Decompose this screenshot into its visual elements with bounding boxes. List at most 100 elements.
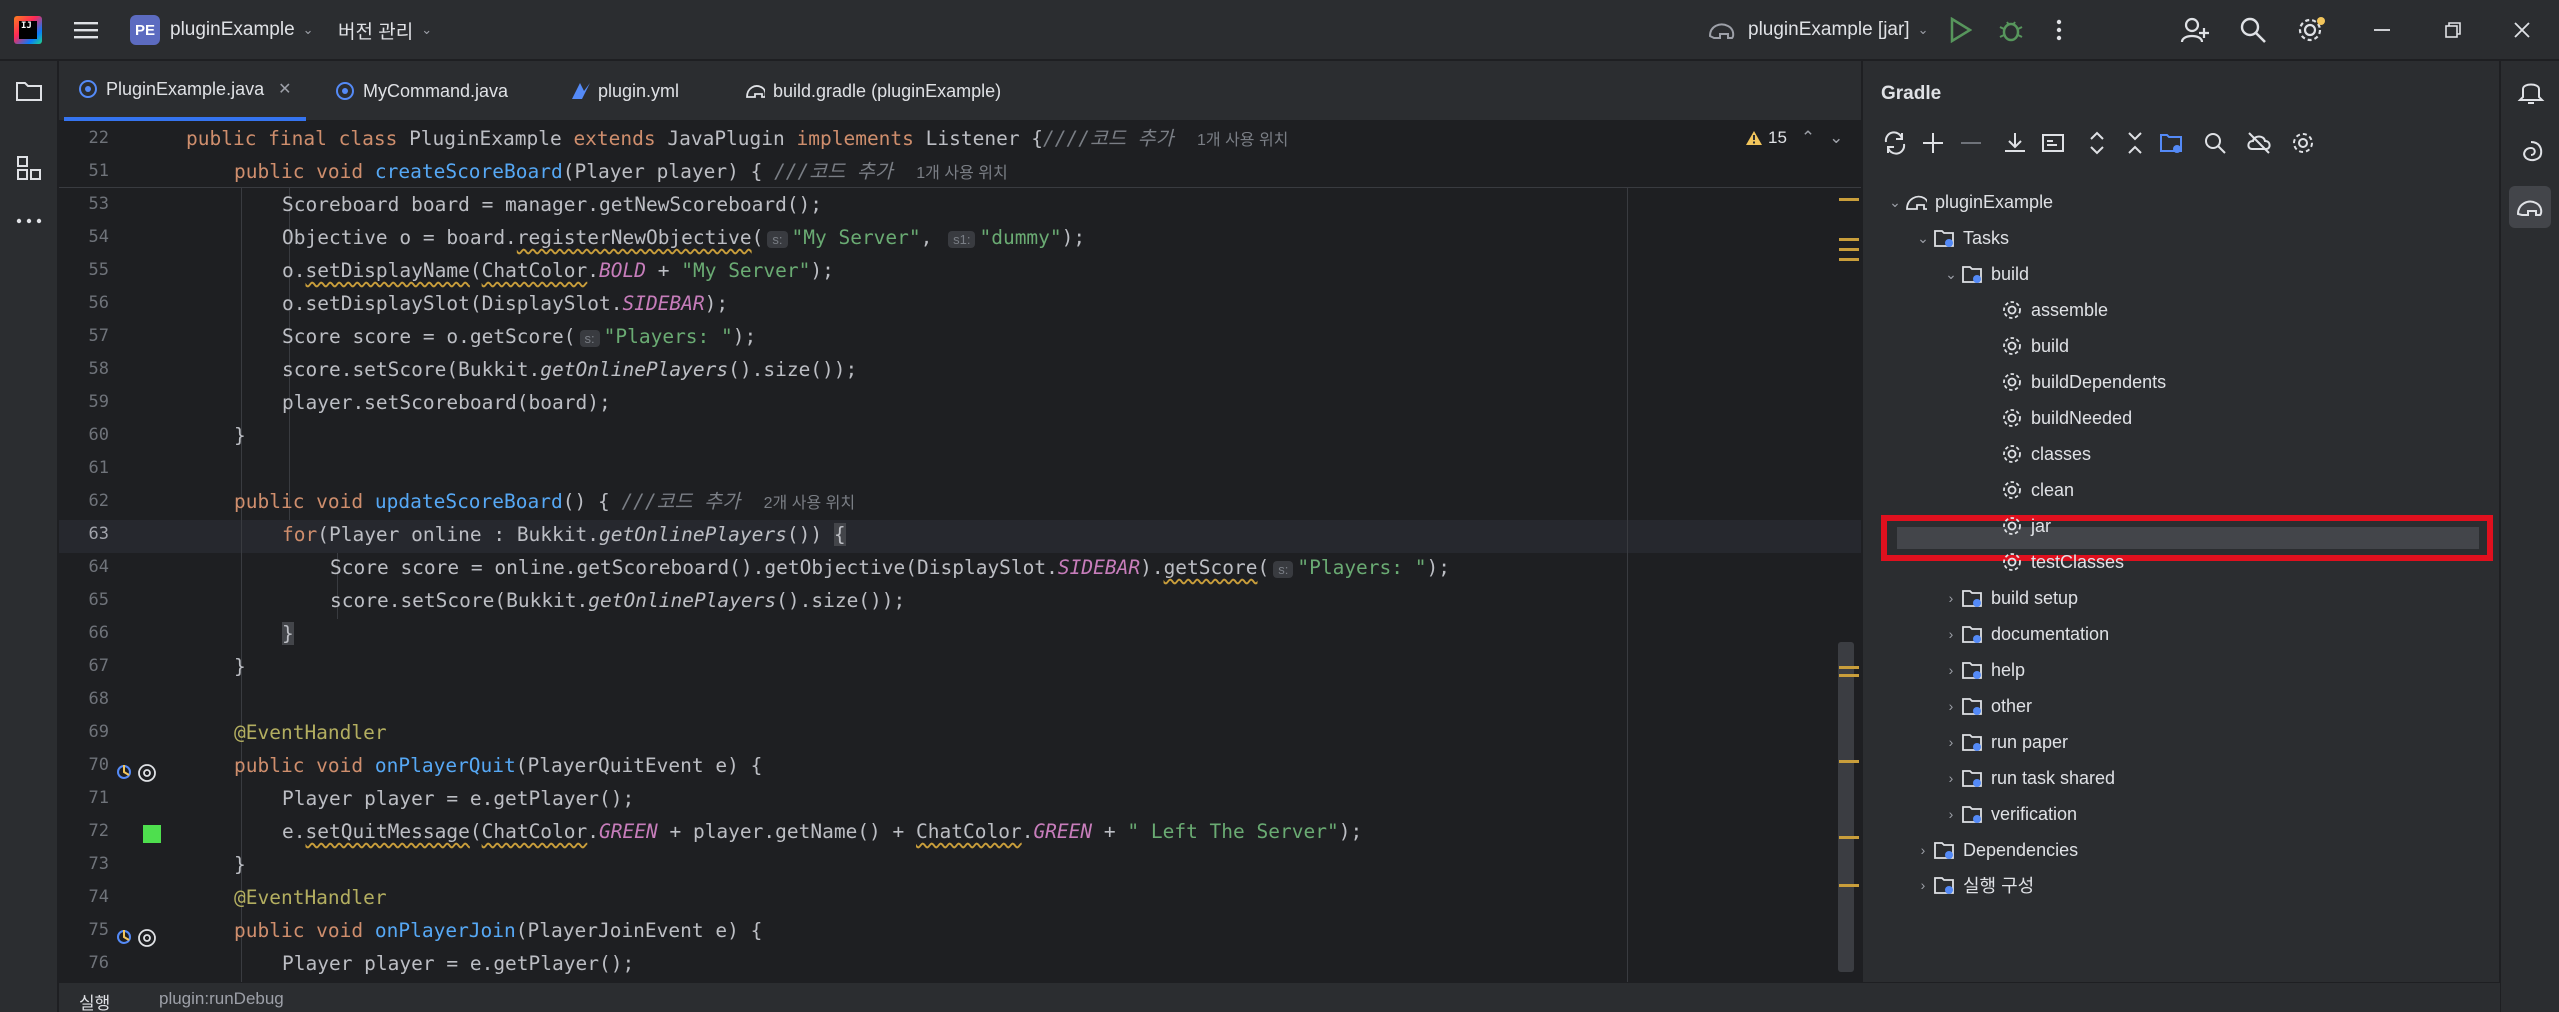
collapse-all-icon[interactable] (2121, 129, 2149, 157)
debug-button[interactable] (1998, 0, 2024, 60)
folder-icon (1962, 590, 1982, 607)
tree-task[interactable]: buildNeeded (2001, 400, 2132, 436)
chevron-right-icon[interactable]: › (1913, 877, 1933, 893)
code-line: @EventHandler (234, 721, 387, 744)
group-modules-icon[interactable] (2157, 129, 2185, 157)
chevron-right-icon[interactable]: › (1941, 734, 1961, 750)
more-tools-icon[interactable] (15, 216, 43, 226)
warning-indicator[interactable]: 15 ⌃ ⌄ (1745, 128, 1843, 148)
tree-task[interactable]: testClasses (2001, 544, 2124, 580)
warning-marker[interactable] (1839, 674, 1859, 677)
chevron-down-icon[interactable]: ⌄ (1913, 230, 1933, 247)
close-icon[interactable]: ✕ (278, 79, 291, 99)
tree-task[interactable]: buildDependents (2001, 364, 2166, 400)
warning-marker[interactable] (1839, 836, 1859, 839)
settings-gear-icon[interactable] (2289, 129, 2317, 157)
tab-mycommand-java[interactable]: MyCommand.java (321, 61, 522, 121)
more-actions-icon[interactable] (2054, 0, 2064, 60)
chevron-right-icon[interactable]: › (1941, 626, 1961, 642)
tree-node-tasks[interactable]: ⌄ Tasks (1913, 220, 2009, 256)
event-handler-icon[interactable] (137, 928, 157, 948)
search-icon[interactable] (2239, 0, 2267, 60)
expand-all-icon[interactable] (2083, 129, 2111, 157)
tree-label: assemble (2031, 299, 2109, 320)
tree-group[interactable]: › build setup (1941, 580, 2078, 616)
warning-marker[interactable] (1839, 238, 1859, 241)
tree-group[interactable]: › documentation (1941, 616, 2109, 652)
event-handler-icon[interactable] (137, 763, 157, 783)
folder-icon (1934, 842, 1954, 859)
tab-plugin-yml[interactable]: plugin.yml (556, 61, 693, 121)
main-menu-icon[interactable] (72, 0, 100, 60)
tree-group[interactable]: › other (1941, 688, 2032, 724)
reload-icon[interactable] (1881, 129, 1909, 157)
offline-cloud-icon[interactable] (2245, 129, 2273, 157)
warning-marker[interactable] (1839, 198, 1859, 201)
chevron-right-icon[interactable]: › (1913, 842, 1933, 858)
ai-assistant-icon[interactable] (2517, 138, 2545, 166)
structure-icon[interactable] (15, 154, 43, 182)
warning-marker[interactable] (1839, 760, 1859, 763)
tree-node-build-group[interactable]: ⌄ build (1941, 256, 2029, 292)
color-swatch-green[interactable] (143, 825, 161, 843)
project-selector[interactable]: PE pluginExample ⌄ (130, 0, 314, 60)
editor-scrollbar[interactable] (1838, 642, 1854, 972)
run-button[interactable] (1948, 0, 1972, 60)
add-user-icon[interactable] (2180, 0, 2210, 60)
project-folder-icon[interactable] (15, 79, 43, 103)
code-editor[interactable]: 53 54 55 56 57 58 59 60 61 62 63 64 65 6… (59, 122, 1861, 982)
line-number: 76 (88, 953, 109, 973)
tree-group[interactable]: › verification (1941, 796, 2077, 832)
gradle-tool-button[interactable] (2509, 186, 2551, 228)
tab-build-gradle[interactable]: build.gradle (pluginExample) (731, 61, 1015, 121)
warning-marker[interactable] (1839, 258, 1859, 261)
intellij-logo-icon[interactable]: IJ (14, 16, 42, 44)
tree-node-root[interactable]: ⌄ pluginExample (1885, 184, 2053, 220)
tree-task[interactable]: build (2001, 328, 2069, 364)
tree-node-run-configs[interactable]: › 실행 구성 (1913, 867, 2035, 903)
tree-task-jar-selected[interactable]: jar (2001, 508, 2051, 544)
chevron-right-icon[interactable]: › (1941, 770, 1961, 786)
download-icon[interactable] (2001, 129, 2029, 157)
code-line: } (234, 655, 246, 678)
chevron-up-icon[interactable]: ⌃ (1801, 128, 1815, 148)
tree-group[interactable]: › help (1941, 652, 2025, 688)
minimize-icon[interactable] (2372, 0, 2392, 60)
vcs-menu[interactable]: 버전 관리 ⌄ (338, 0, 432, 60)
warning-marker[interactable] (1839, 248, 1859, 251)
chevron-down-icon[interactable]: ⌄ (1941, 266, 1961, 283)
override-gutter-icon[interactable] (115, 763, 133, 781)
close-icon[interactable] (2512, 0, 2532, 60)
tab-label: plugin.yml (598, 80, 680, 101)
chevron-right-icon[interactable]: › (1941, 590, 1961, 606)
bottom-tab-run-debug[interactable]: plugin:runDebug (159, 989, 284, 1009)
tree-group[interactable]: › run task shared (1941, 760, 2115, 796)
run-config-selector[interactable]: pluginExample [jar] ⌄ (1706, 0, 1929, 60)
tree-group[interactable]: › run paper (1941, 724, 2068, 760)
tree-task[interactable]: classes (2001, 436, 2091, 472)
chevron-right-icon[interactable]: › (1941, 806, 1961, 822)
tree-task[interactable]: clean (2001, 472, 2074, 508)
toggle-offline-icon[interactable] (2039, 129, 2067, 157)
tab-pluginexample-java[interactable]: PluginExample.java ✕ (64, 61, 306, 121)
remove-icon[interactable] (1957, 129, 1985, 157)
warning-marker[interactable] (1839, 884, 1859, 887)
override-gutter-icon[interactable] (115, 928, 133, 946)
chevron-right-icon[interactable]: › (1941, 662, 1961, 678)
chevron-down-icon[interactable]: ⌄ (1885, 194, 1905, 211)
tree-node-dependencies[interactable]: › Dependencies (1913, 832, 2078, 868)
settings-gear-icon[interactable] (2296, 0, 2326, 60)
restore-icon[interactable] (2443, 0, 2463, 60)
code-line: public void createScoreBoard(Player play… (234, 160, 1008, 183)
analyze-icon[interactable] (2201, 129, 2229, 157)
notifications-bell-icon[interactable] (2517, 77, 2545, 107)
chevron-down-icon[interactable]: ⌄ (1829, 128, 1843, 148)
bottom-tab-run[interactable]: 실행 (79, 989, 110, 1012)
bug-icon (1999, 21, 2023, 42)
warning-marker[interactable] (1839, 666, 1859, 669)
line-number: 57 (88, 326, 109, 346)
tree-label: build (1991, 263, 2030, 284)
add-icon[interactable] (1919, 129, 1947, 157)
chevron-right-icon[interactable]: › (1941, 698, 1961, 714)
tree-task[interactable]: assemble (2001, 292, 2108, 328)
